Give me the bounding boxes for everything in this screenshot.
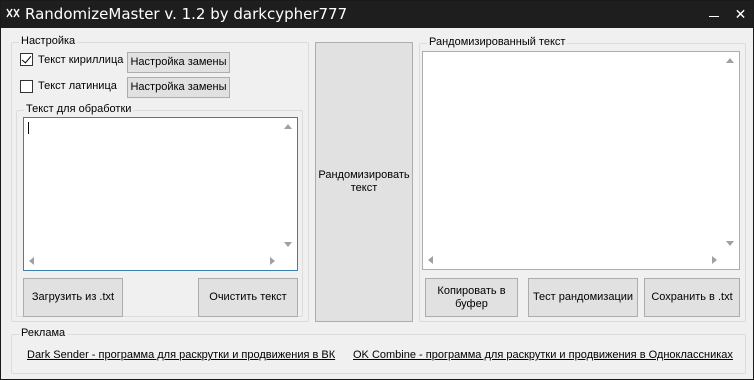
output-horizontal-scrollbar[interactable] (423, 252, 722, 269)
clear-text-button[interactable]: Очистить текст (198, 278, 298, 317)
minimize-button[interactable] (701, 1, 727, 28)
output-textarea[interactable] (422, 51, 740, 270)
app-icon (6, 8, 20, 18)
cyrillic-replace-settings-button[interactable]: Настройка замены (127, 52, 230, 73)
save-to-txt-label: Сохранить в .txt (651, 291, 733, 303)
cyrillic-checkbox[interactable] (20, 53, 33, 66)
load-from-txt-label: Загрузить из .txt (31, 291, 115, 303)
latin-replace-settings-label: Настройка замены (130, 81, 227, 93)
scroll-right-icon[interactable] (270, 257, 275, 265)
title-bar[interactable]: RandomizeMaster v. 1.2 by darkcypher777 … (1, 1, 753, 28)
scroll-up-icon[interactable] (284, 124, 292, 129)
input-text-legend: Текст для обработки (24, 103, 134, 115)
latin-replace-settings-button[interactable]: Настройка замены (127, 77, 230, 98)
scroll-left-icon[interactable] (29, 257, 34, 265)
copy-to-clipboard-button[interactable]: Копировать в буфер (425, 278, 518, 317)
randomize-button[interactable]: Рандомизировать текст (315, 42, 413, 322)
scroll-down-icon[interactable] (726, 241, 734, 246)
copy-label-line2: буфер (455, 297, 488, 310)
dark-sender-link[interactable]: Dark Sender - программа для раскрутки и … (27, 349, 335, 361)
close-button[interactable]: ✕ (728, 1, 753, 28)
test-randomization-button[interactable]: Тест рандомизации (528, 278, 638, 317)
input-horizontal-scrollbar[interactable] (24, 253, 280, 270)
input-textarea[interactable] (23, 117, 298, 271)
scroll-left-icon[interactable] (428, 256, 433, 264)
input-vertical-scrollbar[interactable] (280, 118, 297, 253)
copy-label-line1: Копировать в (437, 284, 506, 297)
ads-legend: Реклама (19, 327, 68, 339)
clear-text-label: Очистить текст (209, 291, 287, 303)
scroll-up-icon[interactable] (726, 58, 734, 63)
settings-legend: Настройка (19, 35, 78, 47)
randomize-label-line2: текст (350, 182, 378, 194)
output-text-legend: Рандомизированный текст (427, 36, 568, 48)
scroll-down-icon[interactable] (284, 242, 292, 247)
test-randomization-label: Тест рандомизации (532, 291, 634, 303)
scroll-right-icon[interactable] (712, 256, 717, 264)
cyrillic-replace-settings-label: Настройка замены (130, 56, 227, 68)
latin-checkbox[interactable] (20, 80, 33, 93)
randomize-label-line1: Рандомизировать (318, 169, 410, 181)
ok-combine-link[interactable]: OK Combine - программа для раскрутки и п… (353, 349, 733, 361)
cyrillic-label: Текст кириллица (38, 54, 124, 66)
save-to-txt-button[interactable]: Сохранить в .txt (644, 278, 740, 317)
load-from-txt-button[interactable]: Загрузить из .txt (23, 278, 123, 317)
output-vertical-scrollbar[interactable] (722, 52, 739, 252)
text-caret (28, 122, 29, 134)
window-title: RandomizeMaster v. 1.2 by darkcypher777 (25, 5, 348, 23)
app-window: RandomizeMaster v. 1.2 by darkcypher777 … (0, 0, 754, 380)
latin-label: Текст латиница (38, 80, 117, 92)
